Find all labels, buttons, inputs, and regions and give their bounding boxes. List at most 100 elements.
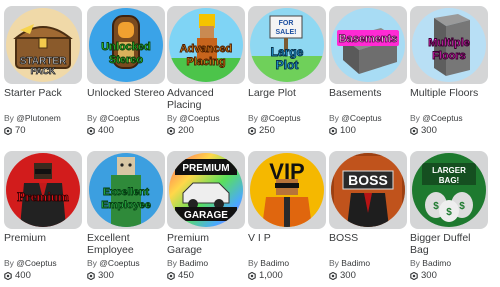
creator-link[interactable]: @Plutonem [16,113,61,123]
robux-icon [87,127,95,135]
creator-link[interactable]: @Coeptus [99,258,139,268]
by-label: By [167,258,177,268]
svg-text:$: $ [459,201,465,212]
item-card-premium-garage[interactable]: PREMIUM GARAGE Premium Garage By Badimo … [167,151,245,282]
robux-icon [329,272,337,280]
svg-text:Excellent: Excellent [103,186,150,198]
price-value: 400 [98,125,114,136]
item-thumbnail[interactable]: Multiple Floors [410,6,488,84]
creator-link[interactable]: Badimo [422,258,451,268]
creator-link[interactable]: Badimo [179,258,208,268]
basements-badge-image: Basements [331,8,405,82]
item-name[interactable]: V I P [248,232,326,257]
by-label: By [410,258,420,268]
vip-badge-image: VIP [250,153,324,227]
item-card-vip[interactable]: VIP V I P By Badimo 1,000 [248,151,326,282]
by-label: By [4,113,14,123]
item-card-premium[interactable]: Premium Premium By @Coeptus 400 [4,151,82,282]
svg-text:Multiple: Multiple [428,37,470,49]
advanced-placing-badge-image: Advanced Placing [169,8,243,82]
item-name[interactable]: Starter Pack [4,87,82,112]
robux-icon [410,127,418,135]
item-card-large-plot[interactable]: FOR SALE! Large Plot Large Plot By @Coep… [248,6,326,137]
excellent-employee-badge-image: Excellent Employee [89,153,163,227]
item-name[interactable]: Excellent Employee [87,232,165,257]
robux-icon [167,272,175,280]
item-name[interactable]: Large Plot [248,87,326,112]
svg-text:BAG!: BAG! [439,176,459,185]
by-label: By [4,258,14,268]
premium-garage-badge-image: PREMIUM GARAGE [169,153,243,227]
item-thumbnail[interactable]: PREMIUM GARAGE [167,151,245,229]
svg-text:Unlocked: Unlocked [101,41,151,53]
item-card-unlocked-stereo[interactable]: Unlocked Stereo Unlocked Stereo By @Coep… [87,6,165,137]
item-name[interactable]: Premium [4,232,82,257]
creator-link[interactable]: @Coeptus [422,113,462,123]
item-thumbnail[interactable]: Basements [329,6,407,84]
creator-link[interactable]: Badimo [260,258,289,268]
svg-text:LARGER: LARGER [432,166,466,175]
by-label: By [329,258,339,268]
item-card-boss[interactable]: BOSS BOSS By Badimo 300 [329,151,407,282]
price-value: 1,000 [259,270,283,281]
price-value: 300 [340,270,356,281]
item-card-bigger-duffel-bag[interactable]: LARGER BAG! $ $ $ Bigger Duffel Bag By B… [410,151,488,282]
price-value: 300 [98,270,114,281]
svg-text:Placing: Placing [186,56,225,68]
premium-garage-bottom-text: GARAGE [184,210,228,221]
svg-text:Basements: Basements [339,33,398,45]
svg-text:Premium: Premium [17,189,69,204]
item-thumbnail[interactable]: Advanced Placing [167,6,245,84]
premium-garage-top-text: PREMIUM [182,163,229,174]
starter-pack-badge-image: STARTER PACK [6,8,80,82]
svg-text:FOR: FOR [279,20,294,27]
by-label: By [410,113,420,123]
creator-link[interactable]: @Coeptus [16,258,56,268]
price-value: 300 [421,125,437,136]
item-name[interactable]: Multiple Floors [410,87,488,112]
multiple-floors-badge-image: Multiple Floors [412,8,486,82]
item-thumbnail[interactable]: STARTER PACK [4,6,82,84]
item-thumbnail[interactable]: VIP [248,151,326,229]
by-label: By [248,258,258,268]
robux-icon [248,272,256,280]
item-card-starter-pack[interactable]: STARTER PACK Starter Pack By @Plutonem 7… [4,6,82,137]
bigger-duffel-bag-badge-image: LARGER BAG! $ $ $ [412,153,486,227]
robux-icon [410,272,418,280]
item-card-multiple-floors[interactable]: Multiple Floors Multiple Floors By @Coep… [410,6,488,137]
svg-text:$: $ [433,201,439,212]
item-name[interactable]: Premium Garage [167,232,245,257]
robux-icon [4,272,12,280]
item-name[interactable]: BOSS [329,232,407,257]
creator-link[interactable]: Badimo [341,258,370,268]
item-thumbnail[interactable]: Excellent Employee [87,151,165,229]
svg-text:Plot: Plot [276,58,299,72]
item-thumbnail[interactable]: BOSS [329,151,407,229]
creator-link[interactable]: @Coeptus [179,113,219,123]
creator-link[interactable]: @Coeptus [341,113,381,123]
price-value: 70 [15,125,26,136]
svg-text:Employee: Employee [101,199,151,211]
creator-link[interactable]: @Coeptus [99,113,139,123]
svg-text:Stereo: Stereo [109,54,144,66]
item-thumbnail[interactable]: FOR SALE! Large Plot [248,6,326,84]
item-card-basements[interactable]: Basements Basements By @Coeptus 100 [329,6,407,137]
svg-text:SALE!: SALE! [276,29,297,36]
item-name[interactable]: Advanced Placing [167,87,245,112]
item-grid: STARTER PACK Starter Pack By @Plutonem 7… [0,0,500,287]
item-name[interactable]: Basements [329,87,407,112]
item-thumbnail[interactable]: Premium [4,151,82,229]
price-value: 100 [340,125,356,136]
item-name[interactable]: Unlocked Stereo [87,87,165,112]
item-thumbnail[interactable]: LARGER BAG! $ $ $ [410,151,488,229]
item-card-excellent-employee[interactable]: Excellent Employee Excellent Employee By… [87,151,165,282]
svg-text:Advanced: Advanced [180,43,233,55]
creator-link[interactable]: @Coeptus [260,113,300,123]
price-value: 450 [178,270,194,281]
item-name[interactable]: Bigger Duffel Bag [410,232,488,257]
by-label: By [248,113,258,123]
item-card-advanced-placing[interactable]: Advanced Placing Advanced Placing By @Co… [167,6,245,137]
price-value: 200 [178,125,194,136]
svg-text:PACK: PACK [31,66,56,76]
item-thumbnail[interactable]: Unlocked Stereo [87,6,165,84]
